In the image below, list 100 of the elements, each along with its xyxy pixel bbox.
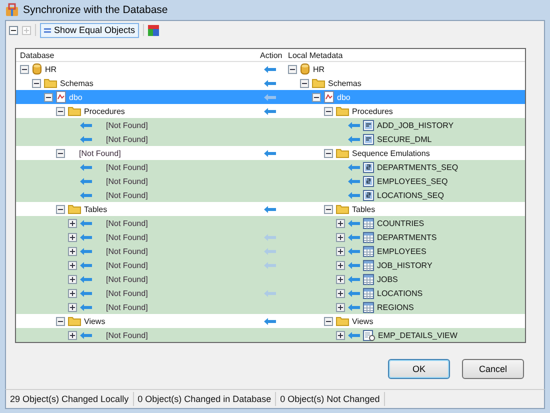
column-header[interactable]: Local Metadata: [284, 50, 525, 60]
tree-item-label: HR: [45, 64, 57, 74]
collapse-icon[interactable]: [324, 204, 333, 214]
window-title: Synchronize with the Database: [23, 4, 168, 16]
app-icon: [5, 3, 19, 17]
collapse-icon[interactable]: [56, 204, 65, 214]
left-arrow-icon[interactable]: [264, 206, 276, 212]
folder-icon: [336, 204, 349, 214]
collapse-icon[interactable]: [56, 316, 65, 326]
tree-item-label: [Not Found]: [105, 302, 148, 312]
tree-item-label: dbo: [69, 92, 82, 102]
folder-icon: [68, 316, 81, 326]
collapse-all-icon[interactable]: [9, 26, 18, 34]
procedure-icon: [363, 134, 374, 144]
collapse-icon[interactable]: [324, 316, 333, 326]
tree-item-label: LOCATIONS_SEQ: [377, 190, 444, 200]
tree-row[interactable]: [Not Found] COUNTRIES: [16, 216, 525, 230]
color-squares-icon[interactable]: [148, 24, 160, 36]
sequence-icon: [363, 190, 374, 200]
status-text: 0 Object(s) Not Changed: [276, 392, 385, 406]
tree-item-label: EMP_DETAILS_VIEW: [378, 330, 458, 340]
show-equal-objects-button[interactable]: Show Equal Objects: [40, 22, 140, 38]
collapse-icon[interactable]: [312, 92, 321, 102]
tree-item-label: HR: [313, 64, 325, 74]
tree-item-label: [Not Found]: [105, 134, 148, 144]
expand-icon[interactable]: [68, 232, 77, 242]
tree-row[interactable]: [Not Found] EMPLOYEES: [16, 244, 525, 258]
tree-item-label: [Not Found]: [105, 288, 148, 298]
tree-row[interactable]: [Not Found] EMPLOYEES_SEQ: [16, 174, 525, 188]
equals-icon: [44, 28, 51, 32]
expand-icon[interactable]: [68, 302, 77, 312]
tree-row[interactable]: [Not Found] REGIONS: [16, 300, 525, 314]
left-arrow-icon[interactable]: [264, 318, 276, 324]
left-arrow-icon[interactable]: [264, 150, 276, 156]
expand-icon[interactable]: [68, 330, 77, 340]
tree-item-label: [Not Found]: [105, 232, 148, 242]
folder-icon: [336, 316, 349, 326]
tree-item-label: [Not Found]: [105, 162, 148, 172]
tree-row[interactable]: [Not Found] DEPARTMENTS: [16, 230, 525, 244]
tree-row[interactable]: [Not Found] LOCATIONS: [16, 286, 525, 300]
expand-icon[interactable]: [336, 218, 345, 228]
expand-icon[interactable]: [336, 288, 345, 298]
folder-icon: [312, 78, 325, 88]
expand-icon[interactable]: [68, 274, 77, 284]
tree-item-label: Procedures: [84, 106, 125, 116]
sequence-icon: [363, 162, 374, 172]
tree-item-label: dbo: [337, 92, 350, 102]
table-icon: [363, 274, 374, 284]
view-icon: [363, 330, 375, 340]
expand-icon[interactable]: [68, 260, 77, 270]
expand-icon[interactable]: [68, 246, 77, 256]
expand-icon[interactable]: [336, 246, 345, 256]
collapse-icon[interactable]: [20, 64, 29, 74]
expand-icon[interactable]: [336, 330, 345, 340]
tree-item-label: DEPARTMENTS_SEQ: [377, 162, 458, 172]
expand-icon[interactable]: [336, 274, 345, 284]
expand-icon[interactable]: [336, 260, 345, 270]
collapse-icon[interactable]: [32, 78, 41, 88]
collapse-icon[interactable]: [44, 92, 53, 102]
tree-row[interactable]: [Not Found] LOCATIONS_SEQ: [16, 188, 525, 202]
folder-icon: [68, 204, 81, 214]
tree-row[interactable]: [Not Found] DEPARTMENTS_SEQ: [16, 160, 525, 174]
tree-item-label: [Not Found]: [105, 246, 148, 256]
expand-icon[interactable]: [68, 218, 77, 228]
folder-icon: [68, 106, 81, 116]
tree-row[interactable]: [Not Found] JOBS: [16, 272, 525, 286]
database-icon: [32, 63, 42, 75]
column-header[interactable]: Action: [256, 50, 284, 60]
tree-row[interactable]: [Not Found] SECURE_DML: [16, 132, 525, 146]
dialog-button[interactable]: Cancel: [462, 359, 524, 379]
collapse-icon[interactable]: [288, 64, 297, 74]
tree-item-label: [Not Found]: [105, 218, 148, 228]
left-arrow-icon[interactable]: [264, 108, 276, 114]
dialog-button[interactable]: OK: [388, 359, 450, 379]
folder-icon: [336, 106, 349, 116]
expand-icon[interactable]: [336, 302, 345, 312]
folder-icon: [44, 78, 57, 88]
collapse-icon[interactable]: [56, 148, 65, 158]
left-arrow-icon[interactable]: [264, 66, 276, 72]
collapse-icon[interactable]: [56, 106, 65, 116]
tree-row[interactable]: [Not Found] EMP_DETAILS_VIEW: [16, 328, 525, 342]
tree-item-label: Sequence Emulations: [352, 148, 430, 158]
tree-item-label: EMPLOYEES: [377, 246, 426, 256]
database-icon: [300, 63, 310, 75]
table-icon: [363, 302, 374, 312]
column-header[interactable]: Database: [16, 50, 256, 60]
collapse-icon[interactable]: [324, 106, 333, 116]
tree-item-label: ADD_JOB_HISTORY: [377, 120, 454, 130]
tree-row[interactable]: [Not Found] ADD_JOB_HISTORY: [16, 118, 525, 132]
collapse-icon[interactable]: [324, 148, 333, 158]
tree-item-label: JOB_HISTORY: [377, 260, 432, 270]
left-arrow-icon[interactable]: [264, 80, 276, 86]
tree-item-label: COUNTRIES: [377, 218, 424, 228]
tree-item-label: EMPLOYEES_SEQ: [377, 176, 448, 186]
tree-item-label: [Not Found]: [105, 120, 148, 130]
tree-row[interactable]: [Not Found] JOB_HISTORY: [16, 258, 525, 272]
expand-icon[interactable]: [68, 288, 77, 298]
status-text: 29 Object(s) Changed Locally: [6, 392, 134, 406]
collapse-icon[interactable]: [300, 78, 309, 88]
expand-icon[interactable]: [336, 232, 345, 242]
